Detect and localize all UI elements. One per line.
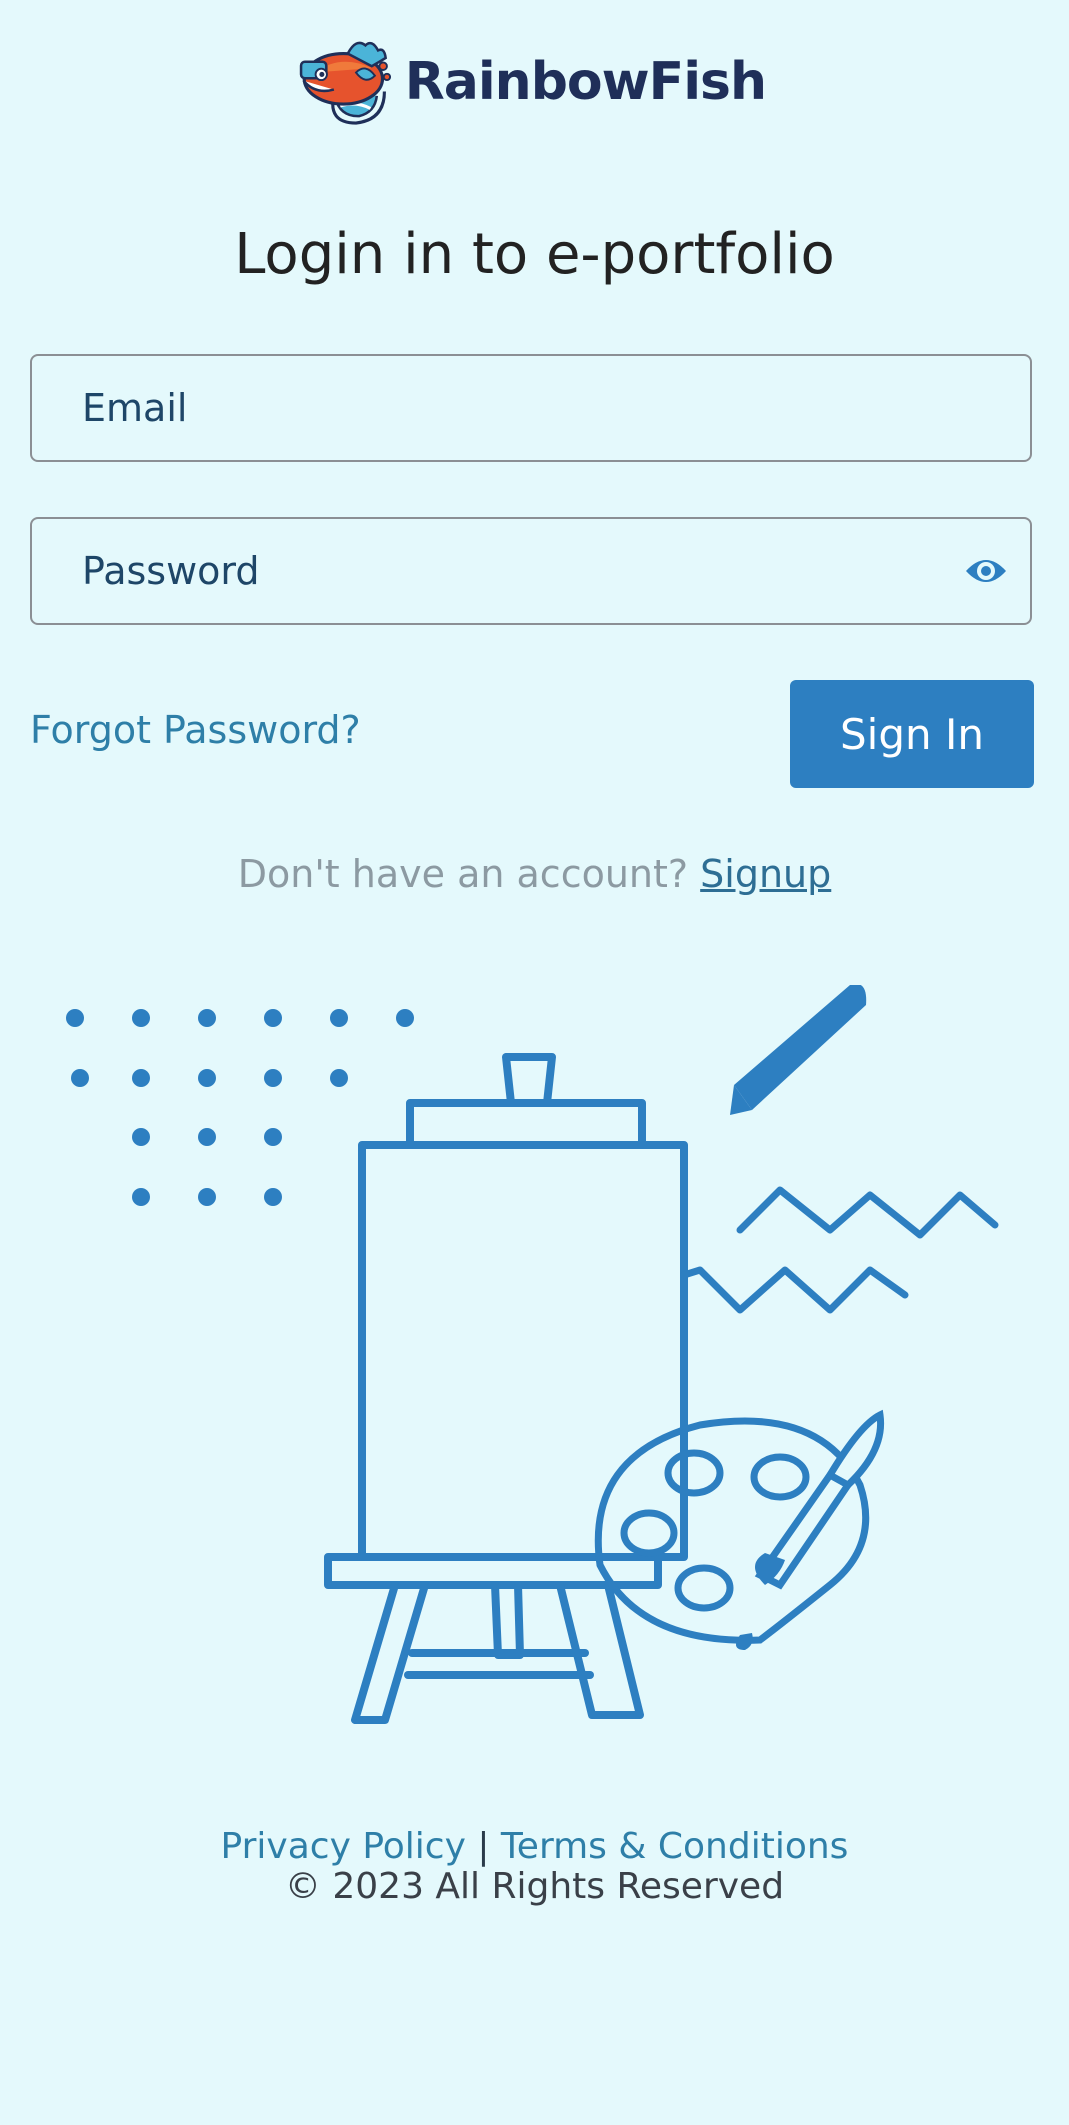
brand-name: RainbowFish bbox=[404, 52, 767, 112]
easel bbox=[324, 1053, 688, 1724]
sign-in-button[interactable]: Sign In bbox=[790, 680, 1034, 788]
easel-palette-illustration bbox=[66, 985, 999, 1724]
password-field[interactable] bbox=[32, 519, 1030, 623]
palette bbox=[594, 1417, 870, 1644]
email-field-container bbox=[30, 354, 1032, 462]
paintbrush bbox=[736, 1409, 885, 1650]
brand-logo[interactable]: RainbowFish bbox=[296, 12, 767, 152]
rainbow-fish-logo-icon bbox=[299, 41, 391, 125]
email-field[interactable] bbox=[32, 356, 1030, 460]
signup-prompt: Don't have an account? Signup bbox=[0, 852, 1069, 896]
privacy-policy-link[interactable]: Privacy Policy bbox=[221, 1826, 466, 1867]
copyright-text: © 2023 All Rights Reserved bbox=[284, 1866, 785, 1907]
page-title: Login in to e-portfolio bbox=[234, 222, 835, 287]
footer-links: Privacy Policy | Terms & Conditions bbox=[0, 1826, 1069, 1867]
terms-conditions-link[interactable]: Terms & Conditions bbox=[501, 1826, 849, 1867]
eye-icon[interactable] bbox=[964, 553, 1008, 589]
pencil bbox=[730, 985, 867, 1115]
footer-separator: | bbox=[477, 1826, 490, 1867]
password-field-container bbox=[30, 517, 1032, 625]
zigzag-lines bbox=[680, 1186, 999, 1314]
signup-prompt-text: Don't have an account? bbox=[237, 852, 689, 896]
signup-link[interactable]: Signup bbox=[700, 852, 831, 896]
forgot-password-link[interactable]: Forgot Password? bbox=[30, 708, 361, 752]
